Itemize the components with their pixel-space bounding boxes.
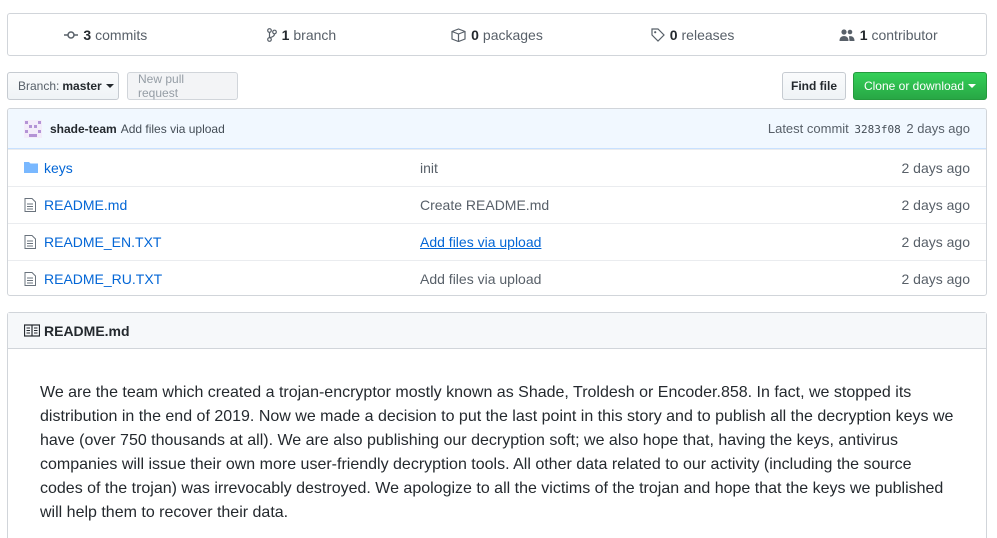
file-age: 2 days ago — [901, 234, 971, 250]
readme-body: We are the team which created a trojan-e… — [40, 384, 954, 521]
tag-icon — [651, 27, 665, 42]
latest-commit-info: Latest commit 3283f08 2 days ago — [768, 121, 970, 136]
packages-link[interactable]: 0 packages — [399, 27, 595, 43]
file-table: shade-team Add files via upload Latest c… — [7, 108, 987, 296]
file-name-link[interactable]: README_RU.TXT — [44, 271, 162, 287]
file-commit-message-link[interactable]: Create README.md — [420, 197, 549, 213]
file-age: 2 days ago — [901, 271, 971, 287]
find-file-button[interactable]: Find file — [782, 72, 846, 100]
contributors-count: 1 — [859, 26, 868, 43]
file-name-link[interactable]: README_EN.TXT — [44, 234, 161, 250]
readme-title: README.md — [44, 322, 130, 339]
file-name-link[interactable]: keys — [44, 160, 73, 176]
commit-age: 2 days ago — [906, 121, 970, 136]
branch-select-value: master — [62, 79, 102, 93]
file-icon — [24, 235, 36, 249]
clone-download-label: Clone or download — [863, 79, 965, 93]
file-row-readme-en[interactable]: README_EN.TXT Add files via upload 2 day… — [8, 223, 986, 260]
file-commit-message-link[interactable]: Add files via upload — [420, 271, 541, 287]
contributors-link[interactable]: 1 contributor — [790, 27, 986, 43]
packages-label: packages — [482, 26, 543, 43]
file-icon — [24, 272, 36, 286]
latest-commit-label: Latest commit — [767, 121, 849, 136]
commits-count: 3 — [83, 26, 92, 43]
branch-select-label: Branch: — [18, 79, 60, 93]
readme-panel: README.md We are the team which created … — [7, 312, 987, 538]
branch-label: branch — [293, 26, 337, 43]
new-pull-request-button[interactable]: New pull request — [127, 72, 238, 100]
folder-icon — [24, 162, 38, 173]
branch-select-button[interactable]: Branch: master — [7, 72, 119, 100]
people-icon — [839, 28, 855, 41]
commit-sha-link[interactable]: 3283f08 — [854, 123, 900, 136]
file-age: 2 days ago — [901, 160, 971, 176]
commits-link[interactable]: 3 commits — [8, 27, 204, 43]
file-age: 2 days ago — [901, 197, 971, 213]
commit-icon — [64, 30, 79, 39]
releases-count: 0 — [669, 26, 678, 43]
commit-author-link[interactable]: shade-team — [50, 122, 117, 136]
book-icon — [24, 324, 40, 337]
readme-header: README.md — [8, 313, 986, 349]
caret-down-icon — [105, 84, 114, 88]
contributors-label: contributor — [871, 26, 938, 43]
clone-download-button[interactable]: Clone or download — [853, 72, 987, 100]
repo-summary: 3 commits 1 branch 0 packages 0 releases… — [7, 13, 987, 56]
branch-icon — [266, 27, 277, 42]
latest-commit-bar: shade-team Add files via upload Latest c… — [8, 109, 986, 149]
caret-down-icon — [968, 84, 977, 88]
avatar[interactable] — [24, 119, 42, 138]
file-name-link[interactable]: README.md — [44, 197, 127, 213]
releases-label: releases — [681, 26, 735, 43]
commits-label: commits — [95, 26, 148, 43]
file-row-keys[interactable]: keys init 2 days ago — [8, 149, 986, 186]
file-commit-message-link[interactable]: init — [420, 160, 438, 176]
branch-count: 1 — [281, 26, 290, 43]
branch-link[interactable]: 1 branch — [204, 27, 400, 43]
file-icon — [24, 198, 36, 212]
package-icon — [451, 27, 466, 42]
file-commit-message-link[interactable]: Add files via upload — [420, 234, 541, 250]
commit-message-link[interactable]: Add files via upload — [121, 122, 225, 136]
packages-count: 0 — [471, 26, 479, 43]
file-row-readme-ru[interactable]: README_RU.TXT Add files via upload 2 day… — [8, 260, 986, 295]
file-row-readme-md[interactable]: README.md Create README.md 2 days ago — [8, 186, 986, 223]
releases-link[interactable]: 0 releases — [595, 27, 791, 43]
